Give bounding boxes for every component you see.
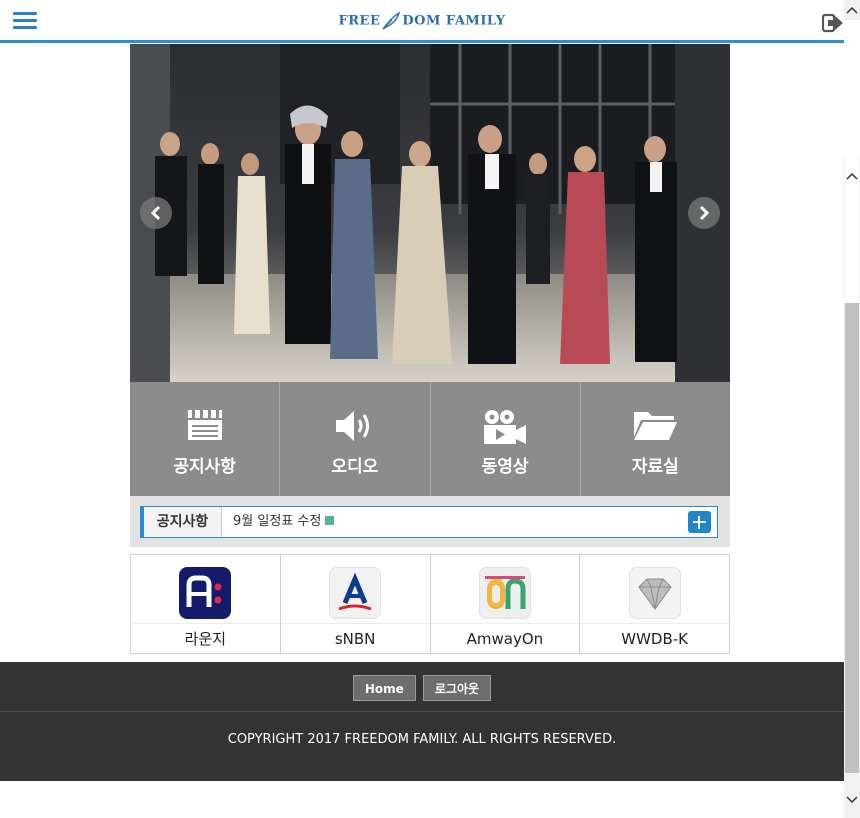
chevron-left-icon	[150, 205, 161, 221]
notice-bar: 공지사항 9월 일정표 수정	[140, 506, 718, 538]
snbn-app-icon	[329, 567, 382, 619]
tile-label: 공지사항	[173, 457, 236, 477]
page: FREE DOM FAMILY 공지사항 오디오 동영상 자료실 공지사항 9월…	[0, 0, 860, 818]
carousel-prev-button[interactable]	[140, 197, 172, 229]
copyright-text: COPYRIGHT 2017 FREEDOM FAMILY. ALL RIGHT…	[227, 732, 617, 747]
app-links: 라운지 sNBN AmwayOn WWDB-K	[130, 554, 730, 654]
footer-buttons: Home 로그아웃	[0, 675, 844, 701]
notice-section: 공지사항 9월 일정표 수정	[130, 496, 730, 547]
hero-photo	[130, 44, 730, 382]
app-label: 라운지	[131, 623, 280, 653]
logout-button[interactable]: 로그아웃	[422, 675, 492, 701]
tile-audio[interactable]: 오디오	[280, 382, 431, 496]
chevron-right-icon	[699, 205, 710, 221]
scrollbar-thumb[interactable]	[845, 303, 859, 773]
scrollbar-track[interactable]	[844, 20, 860, 155]
speaker-icon	[335, 411, 369, 441]
app-lounge[interactable]: 라운지	[131, 555, 281, 653]
app-amwayon[interactable]: AmwayOn	[430, 555, 581, 653]
notice-label: 공지사항	[144, 507, 222, 537]
app-label: WWDB-K	[580, 623, 729, 653]
tile-notice[interactable]: 공지사항	[130, 382, 281, 496]
tile-label: 오디오	[331, 457, 379, 477]
logout-icon[interactable]	[822, 13, 844, 33]
folder-icon	[634, 412, 678, 440]
top-header: FREE DOM FAMILY	[0, 0, 844, 43]
tile-label: 동영상	[481, 457, 529, 477]
video-camera-icon	[484, 410, 527, 444]
app-snbn[interactable]: sNBN	[280, 555, 431, 653]
clapperboard-icon	[187, 410, 222, 440]
scroll-up-arrow-icon[interactable]	[844, 0, 860, 20]
tile-archive[interactable]: 자료실	[580, 382, 730, 496]
footer: Home 로그아웃 COPYRIGHT 2017 FREEDOM FAMILY.…	[0, 662, 844, 781]
home-button[interactable]: Home	[352, 675, 416, 701]
notice-item-link[interactable]: 9월 일정표 수정	[233, 507, 335, 537]
main-menu-tiles: 공지사항 오디오 동영상 자료실	[130, 382, 730, 496]
new-badge-icon	[325, 516, 335, 525]
lounge-app-icon	[179, 567, 232, 619]
footer-divider	[0, 711, 844, 712]
chevron-up-icon[interactable]	[844, 166, 860, 186]
tile-video[interactable]: 동영상	[430, 382, 581, 496]
vertical-scrollbar[interactable]	[844, 0, 860, 818]
hero-carousel[interactable]	[130, 44, 730, 382]
app-label: AmwayOn	[430, 623, 580, 653]
amwayon-app-icon	[478, 567, 531, 619]
notice-item-text: 9월 일정표 수정	[233, 514, 322, 529]
app-wwdbk[interactable]: WWDB-K	[580, 555, 729, 653]
logo-text-right: DOM FAMILY	[402, 13, 506, 29]
app-label: sNBN	[280, 623, 430, 653]
scroll-down-arrow-icon[interactable]	[844, 790, 860, 810]
wwdbk-app-icon	[628, 567, 681, 619]
logo-text-left: FREE	[338, 13, 381, 29]
notice-more-button[interactable]	[688, 511, 711, 533]
feather-icon	[382, 11, 401, 30]
carousel-next-button[interactable]	[688, 197, 720, 229]
tile-label: 자료실	[631, 457, 679, 477]
site-logo[interactable]: FREE DOM FAMILY	[0, 11, 844, 31]
